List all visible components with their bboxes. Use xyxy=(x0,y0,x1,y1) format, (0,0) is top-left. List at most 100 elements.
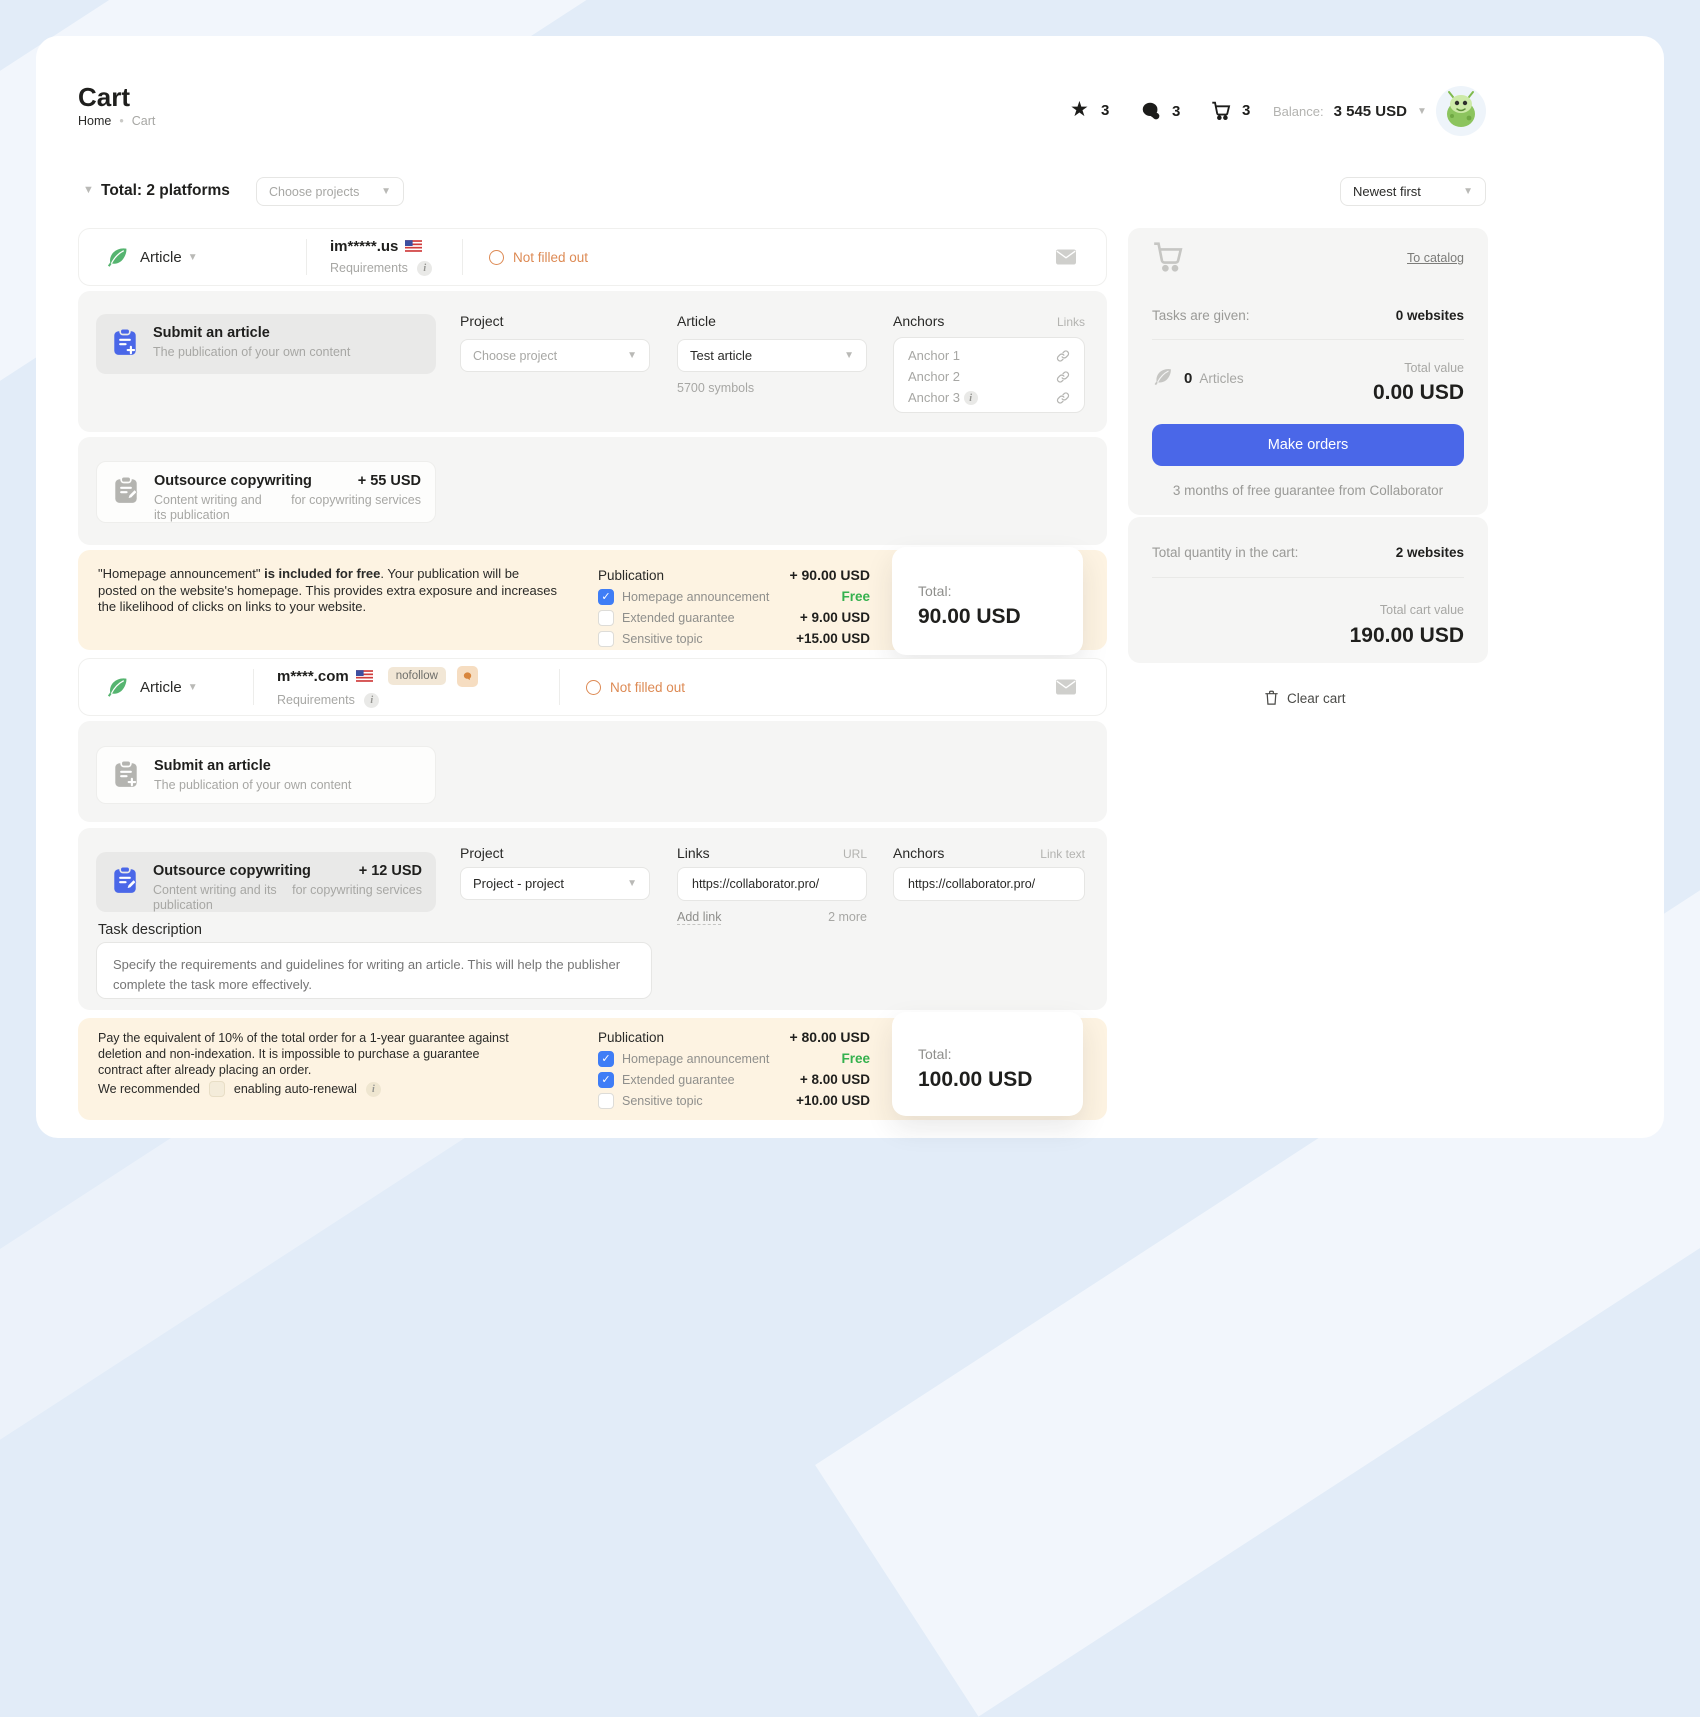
auto-renewal-label: enabling auto-renewal xyxy=(234,1081,357,1097)
publication-price: + 80.00 USD xyxy=(789,1029,870,1045)
cart-quantity-value: 2 websites xyxy=(1252,545,1464,560)
make-orders-button[interactable]: Make orders xyxy=(1152,424,1464,466)
outsource-price: + 12 USD xyxy=(359,863,422,879)
sensitive-topic-checkbox[interactable] xyxy=(598,631,614,647)
articles-label: Articles xyxy=(1199,371,1243,386)
clipboard-edit-icon xyxy=(110,865,140,895)
envelope-icon[interactable] xyxy=(1056,249,1076,265)
envelope-icon[interactable] xyxy=(1056,679,1076,695)
auto-renewal-checkbox[interactable] xyxy=(209,1081,225,1097)
choose-projects-select[interactable]: Choose projects ▼ xyxy=(256,177,404,206)
comment-badge[interactable] xyxy=(457,666,478,687)
info-icon[interactable]: i xyxy=(417,261,432,276)
article-label: Article xyxy=(677,313,716,329)
messages-count: 3 xyxy=(1172,103,1180,120)
platform-domain[interactable]: im*****.us xyxy=(330,238,398,255)
extended-guarantee-checkbox[interactable] xyxy=(598,1072,614,1088)
breadcrumb-current: Cart xyxy=(132,114,156,128)
anchor-item[interactable]: Anchor 2 xyxy=(908,366,1070,387)
breadcrumb-home[interactable]: Home xyxy=(78,114,111,128)
outsource-subtitle: Content writing and its publication xyxy=(154,493,274,523)
platform-domain[interactable]: m****.com xyxy=(277,668,349,685)
chevron-down-icon: ▼ xyxy=(1417,106,1427,117)
content-type-select[interactable]: Article ▼ xyxy=(79,675,253,700)
info-icon[interactable]: i xyxy=(964,391,978,405)
submit-article-option[interactable]: Submit an article The publication of you… xyxy=(96,746,436,804)
status-badge: Not filled out xyxy=(463,250,1056,265)
favorites-indicator[interactable]: ★ 3 xyxy=(1070,99,1109,121)
project-value: Project - project xyxy=(473,876,564,891)
clear-cart-button[interactable]: Clear cart xyxy=(1264,690,1346,706)
messages-indicator[interactable]: 3 xyxy=(1140,100,1180,122)
sort-select[interactable]: Newest first ▼ xyxy=(1340,177,1486,206)
more-links-count[interactable]: 2 more xyxy=(677,910,867,924)
link-icon[interactable] xyxy=(1056,391,1070,405)
cart-count: 3 xyxy=(1242,102,1250,119)
platform-card-header: Article ▼ im*****.us Requirements i Not … xyxy=(78,228,1107,286)
sensitive-topic-checkbox[interactable] xyxy=(598,1093,614,1109)
submit-article-option[interactable]: Submit an article The publication of you… xyxy=(96,314,436,374)
to-catalog-link[interactable]: To catalog xyxy=(1328,251,1464,265)
content-type-select[interactable]: Article ▼ xyxy=(79,245,306,270)
star-icon: ★ xyxy=(1070,99,1092,121)
total-label: Total: xyxy=(918,1046,1083,1062)
publication-options: Publication + 90.00 USD Homepage announc… xyxy=(598,564,870,649)
homepage-announcement-checkbox[interactable] xyxy=(598,1051,614,1067)
outsource-copywriting-option[interactable]: Outsource copywriting + 12 USD Content w… xyxy=(96,852,436,912)
balance-value: 3 545 USD xyxy=(1334,103,1407,120)
project-select[interactable]: Project - project ▼ xyxy=(460,867,650,900)
content-type-label: Article xyxy=(140,249,182,266)
info-icon[interactable]: i xyxy=(364,693,379,708)
divider xyxy=(1152,339,1464,340)
mascot-icon xyxy=(1439,89,1483,133)
cart-value: 190.00 USD xyxy=(1252,624,1464,648)
option-price: Free xyxy=(841,589,870,604)
link-icon[interactable] xyxy=(1056,370,1070,384)
clipboard-add-icon xyxy=(110,327,140,357)
feather-icon xyxy=(105,675,130,700)
chat-icon xyxy=(1140,100,1162,122)
recommend-label: We recommended xyxy=(98,1081,200,1097)
avatar[interactable] xyxy=(1436,86,1486,136)
outsource-copywriting-option[interactable]: Outsource copywriting + 55 USD Content w… xyxy=(96,461,436,523)
option-price: + 9.00 USD xyxy=(800,610,870,625)
project-label: Project xyxy=(460,313,504,329)
status-ring-icon xyxy=(586,680,601,695)
anchors-unit-label: Link text xyxy=(893,847,1085,861)
link-url-input[interactable] xyxy=(677,867,867,901)
chevron-down-icon: ▼ xyxy=(188,252,198,263)
total-value: 0.00 USD xyxy=(1252,381,1464,405)
info-icon[interactable]: i xyxy=(366,1082,381,1097)
homepage-announcement-checkbox[interactable] xyxy=(598,589,614,605)
anchor-item[interactable]: Anchor 1 xyxy=(908,345,1070,366)
article-select[interactable]: Test article ▼ xyxy=(677,339,867,372)
requirements-label[interactable]: Requirements xyxy=(277,693,355,707)
cart-icon xyxy=(1150,240,1186,272)
anchor-text: Anchor 2 xyxy=(908,369,960,384)
total-value: 90.00 USD xyxy=(918,605,1083,629)
cart-indicator[interactable]: 3 xyxy=(1210,99,1250,121)
platform-total-card: Total: 90.00 USD xyxy=(892,547,1083,655)
anchor-item[interactable]: Anchor 3 i xyxy=(908,387,1070,408)
balance[interactable]: Balance: 3 545 USD ▼ xyxy=(1273,103,1427,120)
link-icon[interactable] xyxy=(1056,349,1070,363)
anchor-text-input[interactable] xyxy=(893,867,1085,901)
task-description-textarea[interactable] xyxy=(96,942,652,999)
clipboard-add-icon xyxy=(111,759,141,789)
option-label: Sensitive topic xyxy=(622,1094,703,1108)
submit-article-subtitle: The publication of your own content xyxy=(153,345,350,360)
collapse-chevron-icon[interactable]: ▼ xyxy=(83,184,94,196)
project-select[interactable]: Choose project ▼ xyxy=(460,339,650,372)
anchors-list: Anchor 1 Anchor 2 Anchor 3 i xyxy=(893,337,1085,413)
anchors-unit-label: Links xyxy=(893,315,1085,329)
option-label: Homepage announcement xyxy=(622,1052,769,1066)
total-value: 100.00 USD xyxy=(918,1068,1083,1092)
platform-card-header: Article ▼ m****.com nofollow Requirement… xyxy=(78,658,1107,716)
page-title: Cart xyxy=(78,82,130,113)
outsource-title: Outsource copywriting xyxy=(154,473,312,489)
clear-cart-label: Clear cart xyxy=(1287,691,1346,706)
guarantee-note: 3 months of free guarantee from Collabor… xyxy=(1140,483,1476,498)
total-value-label: Total value xyxy=(1252,361,1464,375)
extended-guarantee-checkbox[interactable] xyxy=(598,610,614,626)
requirements-label[interactable]: Requirements xyxy=(330,261,408,275)
